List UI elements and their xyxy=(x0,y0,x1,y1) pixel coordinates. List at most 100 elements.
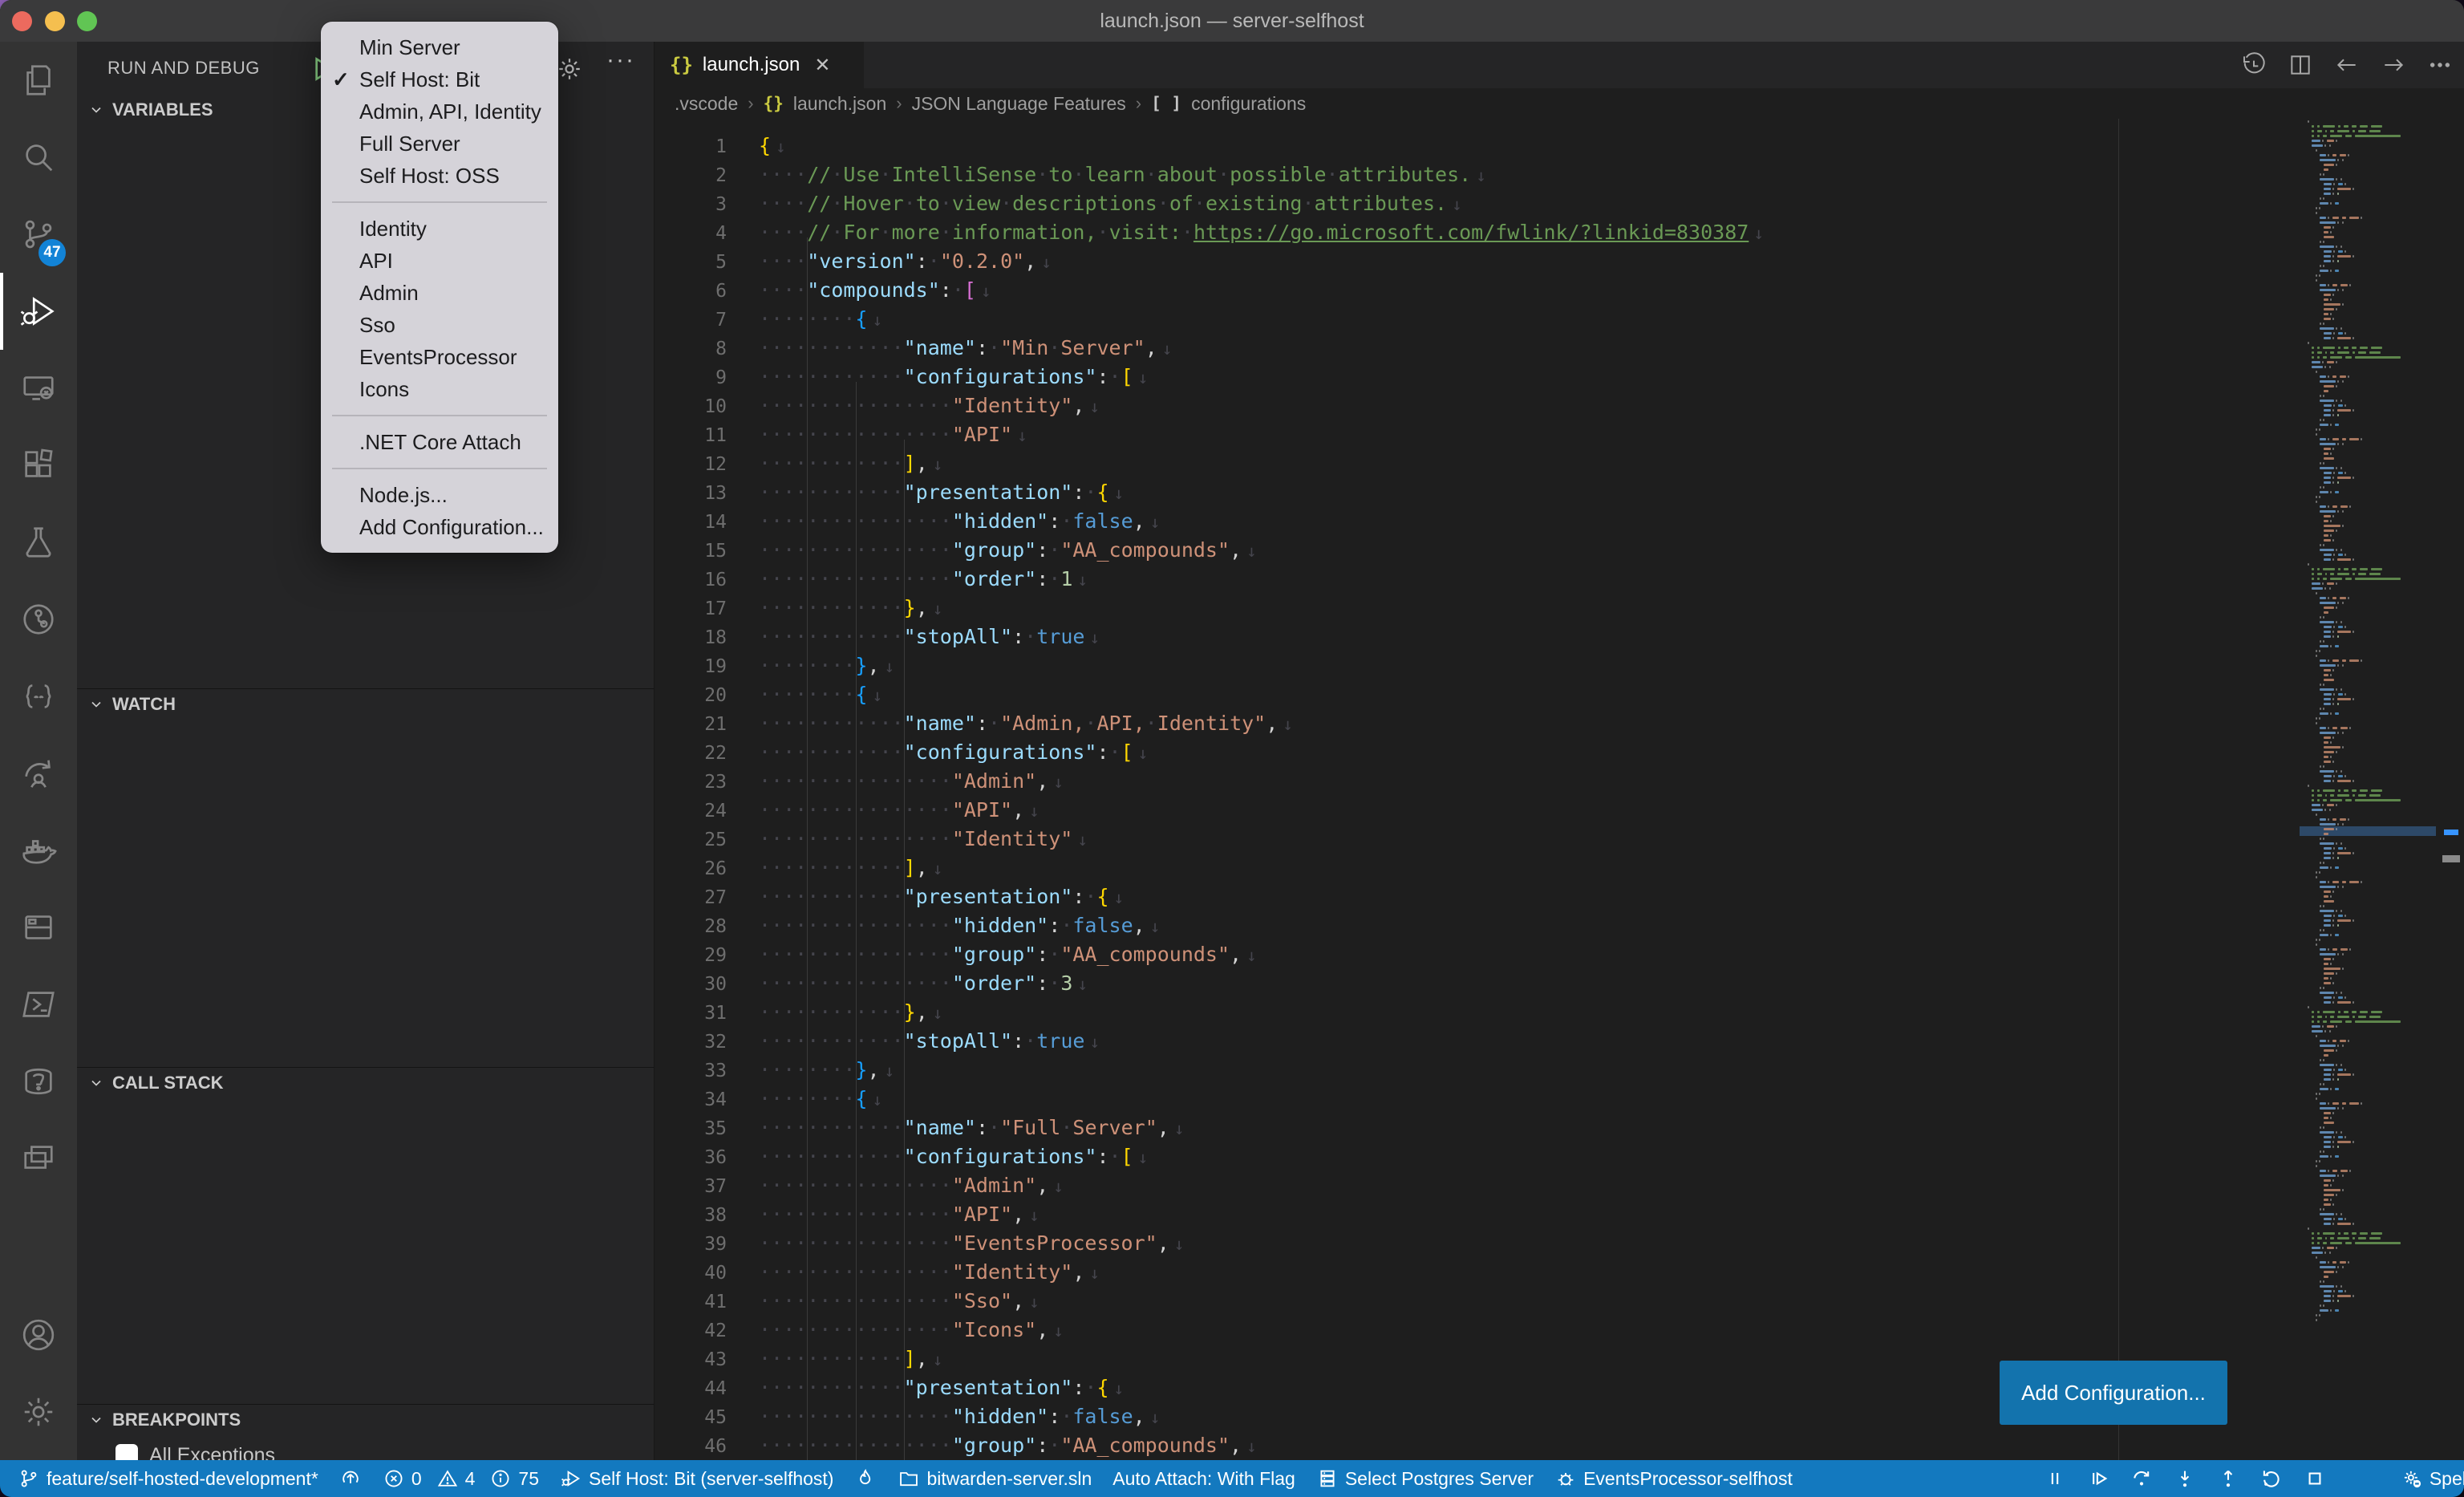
menu-item-min-server[interactable]: Min Server xyxy=(321,31,558,63)
code-line-24[interactable]: 24················"API",↓ xyxy=(655,796,2303,825)
docker-icon[interactable] xyxy=(0,812,77,889)
timeline-icon[interactable] xyxy=(2241,52,2267,78)
breadcrumb-configurations[interactable]: configurations xyxy=(1191,93,1306,115)
menu-item-identity[interactable]: Identity xyxy=(321,213,558,245)
code-line-28[interactable]: 28················"hidden":·false,↓ xyxy=(655,911,2303,940)
debug-step-into-button[interactable] xyxy=(2174,1467,2196,1490)
line-number[interactable]: 36 xyxy=(655,1143,727,1172)
debug-step-out-button[interactable] xyxy=(2217,1467,2239,1490)
menu-item-admin[interactable]: Admin xyxy=(321,277,558,309)
code-line-39[interactable]: 39················"EventsProcessor",↓ xyxy=(655,1229,2303,1258)
code-line-38[interactable]: 38················"API",↓ xyxy=(655,1200,2303,1229)
line-number[interactable]: 30 xyxy=(655,970,727,999)
split-editor-icon[interactable] xyxy=(2288,52,2313,78)
code-line-18[interactable]: 18············"stopAll":·true↓ xyxy=(655,623,2303,651)
live-share-icon[interactable] xyxy=(0,735,77,812)
line-number[interactable]: 22 xyxy=(655,739,727,768)
remote-explorer-icon[interactable] xyxy=(0,350,77,427)
status-item-select-postgres-server[interactable]: Select Postgres Server xyxy=(1316,1467,1534,1490)
extensions-icon[interactable] xyxy=(0,427,77,504)
code-line-9[interactable]: 9············"configurations":·[↓ xyxy=(655,363,2303,391)
code-line-27[interactable]: 27············"presentation":·{↓ xyxy=(655,882,2303,911)
code-line-4[interactable]: 4····//·For·more·information,·visit:·htt… xyxy=(655,218,2303,247)
menu-item-add-configuration[interactable]: Add Configuration... xyxy=(321,511,558,543)
line-number[interactable]: 41 xyxy=(655,1288,727,1316)
line-number[interactable]: 24 xyxy=(655,797,727,826)
code-line-10[interactable]: 10················"Identity",↓ xyxy=(655,391,2303,420)
code-line-7[interactable]: 7········{↓ xyxy=(655,305,2303,334)
navigate-back-icon[interactable] xyxy=(2334,52,2360,78)
line-number[interactable]: 43 xyxy=(655,1345,727,1374)
explorer-icon[interactable] xyxy=(0,42,77,119)
code-line-37[interactable]: 37················"Admin",↓ xyxy=(655,1171,2303,1200)
line-number[interactable]: 26 xyxy=(655,854,727,883)
debug-restart-button[interactable] xyxy=(2260,1467,2283,1490)
run-and-debug-icon[interactable] xyxy=(0,273,77,350)
code-line-17[interactable]: 17············},↓ xyxy=(655,594,2303,623)
line-number[interactable]: 14 xyxy=(655,508,727,537)
line-number[interactable]: 3 xyxy=(655,190,727,219)
status-item-4[interactable]: 4 xyxy=(436,1467,476,1490)
code-line-41[interactable]: 41················"Sso",↓ xyxy=(655,1287,2303,1316)
code-line-12[interactable]: 12············],↓ xyxy=(655,449,2303,478)
close-tab-icon[interactable]: ✕ xyxy=(814,54,830,77)
status-item-spell[interactable]: Spell xyxy=(2401,1467,2464,1490)
status-item-self-host-bit-server-selfhost[interactable]: Self Host: Bit (server-selfhost) xyxy=(560,1467,833,1490)
code-line-15[interactable]: 15················"group":·"AA_compounds… xyxy=(655,536,2303,565)
line-number[interactable]: 44 xyxy=(655,1374,727,1403)
line-number[interactable]: 45 xyxy=(655,1403,727,1432)
code-line-46[interactable]: 46················"group":·"AA_compounds… xyxy=(655,1431,2303,1460)
menu-item-self-host-bit[interactable]: ✓Self Host: Bit xyxy=(321,63,558,95)
code-line-40[interactable]: 40················"Identity",↓ xyxy=(655,1258,2303,1287)
line-number[interactable]: 28 xyxy=(655,912,727,941)
line-number[interactable]: 37 xyxy=(655,1172,727,1201)
code-line-35[interactable]: 35············"name":·"Full·Server",↓ xyxy=(655,1114,2303,1142)
menu-item-node-js[interactable]: Node.js... xyxy=(321,479,558,511)
tab-launch-json[interactable]: {} launch.json ✕ xyxy=(655,42,864,88)
source-control-icon[interactable]: 47 xyxy=(0,196,77,273)
window-layouts-icon[interactable] xyxy=(0,1120,77,1197)
code-line-29[interactable]: 29················"group":·"AA_compounds… xyxy=(655,940,2303,969)
code-line-11[interactable]: 11················"API"↓ xyxy=(655,420,2303,449)
add-configuration-button[interactable]: Add Configuration... xyxy=(2000,1361,2227,1425)
navigate-forward-icon[interactable] xyxy=(2381,52,2406,78)
menu-item-net-core-attach[interactable]: .NET Core Attach xyxy=(321,426,558,458)
code-line-19[interactable]: 19········},↓ xyxy=(655,651,2303,680)
accounts-icon[interactable] xyxy=(0,1296,77,1373)
menu-item-admin-api-identity[interactable]: Admin, API, Identity xyxy=(321,95,558,128)
code-line-33[interactable]: 33········},↓ xyxy=(655,1056,2303,1085)
breadcrumb-launch-json[interactable]: launch.json xyxy=(793,93,886,115)
line-number[interactable]: 46 xyxy=(655,1432,727,1460)
line-number[interactable]: 23 xyxy=(655,768,727,797)
status-item-auto-attach-with-flag[interactable]: Auto Attach: With Flag xyxy=(1112,1468,1295,1490)
more-actions-icon[interactable]: ··· xyxy=(606,47,635,74)
debug-stop-button[interactable] xyxy=(2304,1467,2326,1490)
line-number[interactable]: 17 xyxy=(655,594,727,623)
code-line-5[interactable]: 5····"version":·"0.2.0",↓ xyxy=(655,247,2303,276)
postgresql-icon[interactable] xyxy=(0,1043,77,1120)
powershell-icon[interactable] xyxy=(0,966,77,1043)
breadcrumb-json-language-features[interactable]: JSON Language Features xyxy=(912,93,1126,115)
code-line-20[interactable]: 20········{↓ xyxy=(655,680,2303,709)
line-number[interactable]: 25 xyxy=(655,826,727,854)
line-number[interactable]: 38 xyxy=(655,1201,727,1230)
status-item-eventsprocessor-selfhost[interactable]: EventsProcessor-selfhost xyxy=(1554,1467,1793,1490)
minimap[interactable] xyxy=(2303,120,2423,1332)
overview-ruler-slider[interactable] xyxy=(2442,855,2460,862)
section-watch[interactable]: WATCH xyxy=(77,688,654,719)
line-number[interactable]: 1 xyxy=(655,132,727,161)
line-number[interactable]: 31 xyxy=(655,999,727,1028)
code-line-34[interactable]: 34········{↓ xyxy=(655,1085,2303,1114)
gitlens-icon[interactable] xyxy=(0,581,77,658)
menu-item-self-host-oss[interactable]: Self Host: OSS xyxy=(321,160,558,192)
line-number[interactable]: 40 xyxy=(655,1259,727,1288)
more-actions-icon[interactable] xyxy=(2427,52,2453,78)
code-line-2[interactable]: 2····//·Use·IntelliSense·to·learn·about·… xyxy=(655,160,2303,189)
code-line-21[interactable]: 21············"name":·"Admin,·API,·Ident… xyxy=(655,709,2303,738)
line-number[interactable]: 21 xyxy=(655,710,727,739)
line-number[interactable]: 42 xyxy=(655,1316,727,1345)
line-number[interactable]: 18 xyxy=(655,623,727,652)
line-number[interactable]: 35 xyxy=(655,1114,727,1143)
breadcrumb-vscode[interactable]: .vscode xyxy=(675,93,738,115)
line-number[interactable]: 16 xyxy=(655,566,727,594)
